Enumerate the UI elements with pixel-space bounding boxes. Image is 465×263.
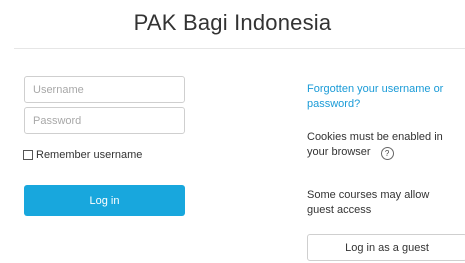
forgot-link-line2: password? — [307, 98, 361, 110]
password-input[interactable] — [24, 107, 185, 134]
guest-notice-line2: guest access — [307, 204, 372, 216]
cookies-notice: Cookies must be enabled in your browser? — [307, 130, 465, 160]
login-page: PAK Bagi Indonesia Remember username Log… — [0, 0, 465, 263]
remember-username-label: Remember username — [36, 149, 143, 161]
login-button[interactable]: Log in — [24, 185, 185, 216]
guest-login-button[interactable]: Log in as a guest — [307, 234, 465, 261]
guest-access-notice: Some courses may allow guest access — [307, 188, 465, 218]
header-divider — [14, 48, 465, 49]
forgot-link-line1: Forgotten your username or — [307, 83, 444, 95]
site-title: PAK Bagi Indonesia — [133, 10, 332, 35]
remember-username-checkbox[interactable] — [23, 150, 33, 160]
username-input[interactable] — [24, 76, 185, 103]
cookies-notice-line2: your browser — [307, 146, 371, 158]
cookies-notice-line1: Cookies must be enabled in — [307, 131, 443, 143]
forgot-credentials-link[interactable]: Forgotten your username or password? — [307, 82, 465, 112]
remember-username-option[interactable]: Remember username — [23, 149, 142, 161]
guest-notice-line1: Some courses may allow — [307, 189, 430, 201]
question-circle-icon[interactable]: ? — [380, 147, 394, 160]
